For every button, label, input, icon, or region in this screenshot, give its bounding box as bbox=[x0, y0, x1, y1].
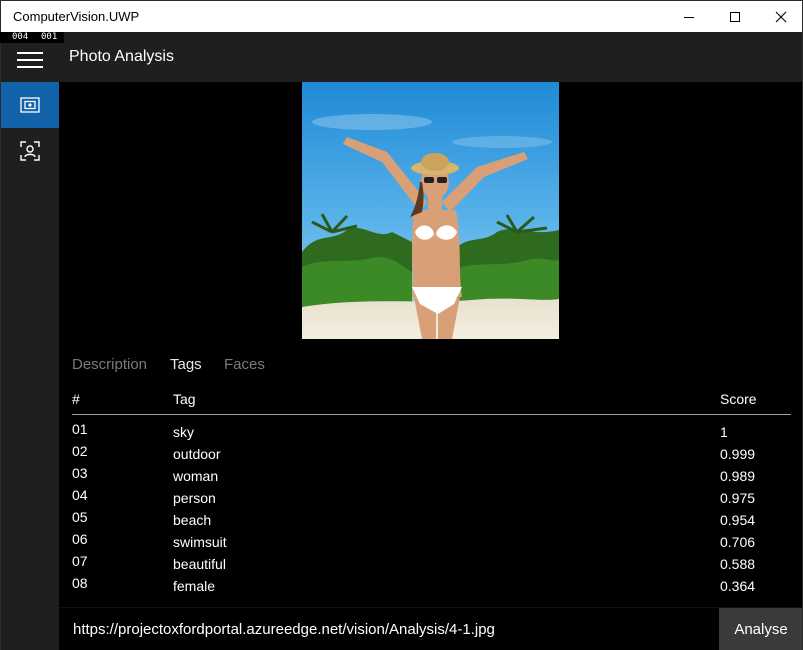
row-tag: female bbox=[173, 578, 216, 594]
row-tag: person bbox=[173, 490, 216, 506]
row-number: 08 bbox=[72, 575, 88, 591]
table-row: 07 beautiful 0.588 bbox=[72, 553, 791, 577]
fps-counter-value: 001 bbox=[41, 32, 58, 42]
table-row: 06 swimsuit 0.706 bbox=[72, 531, 791, 555]
table-row: 04 person 0.975 bbox=[72, 487, 791, 511]
table-row: 03 woman 0.989 bbox=[72, 465, 791, 489]
row-tag: beach bbox=[173, 512, 212, 528]
photo-frame-icon bbox=[19, 97, 40, 113]
table-row: 02 outdoor 0.999 bbox=[72, 443, 791, 467]
page-title: Photo Analysis bbox=[69, 48, 174, 65]
window-title: ComputerVision.UWP bbox=[13, 9, 140, 24]
row-tag: sky bbox=[173, 424, 194, 440]
row-score: 1 bbox=[720, 424, 728, 440]
nav-item-photo-analysis[interactable] bbox=[0, 82, 59, 128]
row-score: 0.989 bbox=[720, 468, 756, 484]
row-tag: woman bbox=[173, 468, 219, 484]
page-header: Photo Analysis bbox=[59, 32, 803, 82]
row-number: 06 bbox=[72, 531, 88, 547]
table-row: 01 sky 1 bbox=[72, 421, 791, 445]
row-score: 0.999 bbox=[720, 446, 756, 462]
frame-rate-counter: 004 001 bbox=[0, 32, 64, 43]
row-score: 0.954 bbox=[720, 512, 756, 528]
row-number: 01 bbox=[72, 421, 88, 437]
window-title-bar: ComputerVision.UWP bbox=[0, 0, 803, 32]
row-score: 0.975 bbox=[720, 490, 756, 506]
tab-tags[interactable]: Tags bbox=[170, 356, 202, 373]
beach-photo-image bbox=[302, 82, 559, 339]
tab-description[interactable]: Description bbox=[72, 356, 147, 373]
row-number: 07 bbox=[72, 553, 88, 569]
window-border bbox=[0, 32, 1, 650]
url-bar: Analyse bbox=[59, 607, 803, 650]
row-number: 04 bbox=[72, 487, 88, 503]
minimize-button[interactable] bbox=[666, 1, 712, 33]
maximize-button[interactable] bbox=[712, 1, 758, 33]
analyse-button[interactable]: Analyse bbox=[719, 608, 803, 650]
row-tag: outdoor bbox=[173, 446, 221, 462]
image-url-input[interactable] bbox=[59, 608, 719, 650]
row-number: 05 bbox=[72, 509, 88, 525]
row-number: 03 bbox=[72, 465, 88, 481]
column-header-tag: Tag bbox=[173, 391, 196, 407]
row-number: 02 bbox=[72, 443, 88, 459]
hamburger-menu-button[interactable] bbox=[0, 40, 59, 80]
nav-item-face-detection[interactable] bbox=[0, 128, 59, 174]
column-header-score: Score bbox=[720, 391, 757, 407]
hamburger-icon bbox=[16, 52, 43, 68]
analyzed-photo bbox=[302, 82, 559, 339]
column-header-number: # bbox=[72, 391, 80, 407]
table-row: 05 beach 0.954 bbox=[72, 509, 791, 533]
row-score: 0.706 bbox=[720, 534, 756, 550]
maximize-icon bbox=[730, 12, 740, 22]
fps-counter-value: 004 bbox=[12, 32, 29, 42]
row-score: 0.588 bbox=[720, 556, 756, 572]
row-score: 0.364 bbox=[720, 578, 756, 594]
face-scan-icon bbox=[19, 141, 40, 161]
row-tag: beautiful bbox=[173, 556, 226, 572]
navigation-pane bbox=[0, 32, 59, 650]
row-tag: swimsuit bbox=[173, 534, 227, 550]
close-icon bbox=[775, 11, 787, 23]
tab-faces[interactable]: Faces bbox=[224, 356, 265, 373]
minimize-icon bbox=[684, 17, 694, 18]
close-button[interactable] bbox=[758, 1, 803, 33]
tags-table-header: # Tag Score bbox=[72, 391, 791, 415]
main-content: Description Tags Faces # Tag Score 01 sk… bbox=[59, 82, 803, 607]
table-row: 08 female 0.364 bbox=[72, 575, 791, 599]
